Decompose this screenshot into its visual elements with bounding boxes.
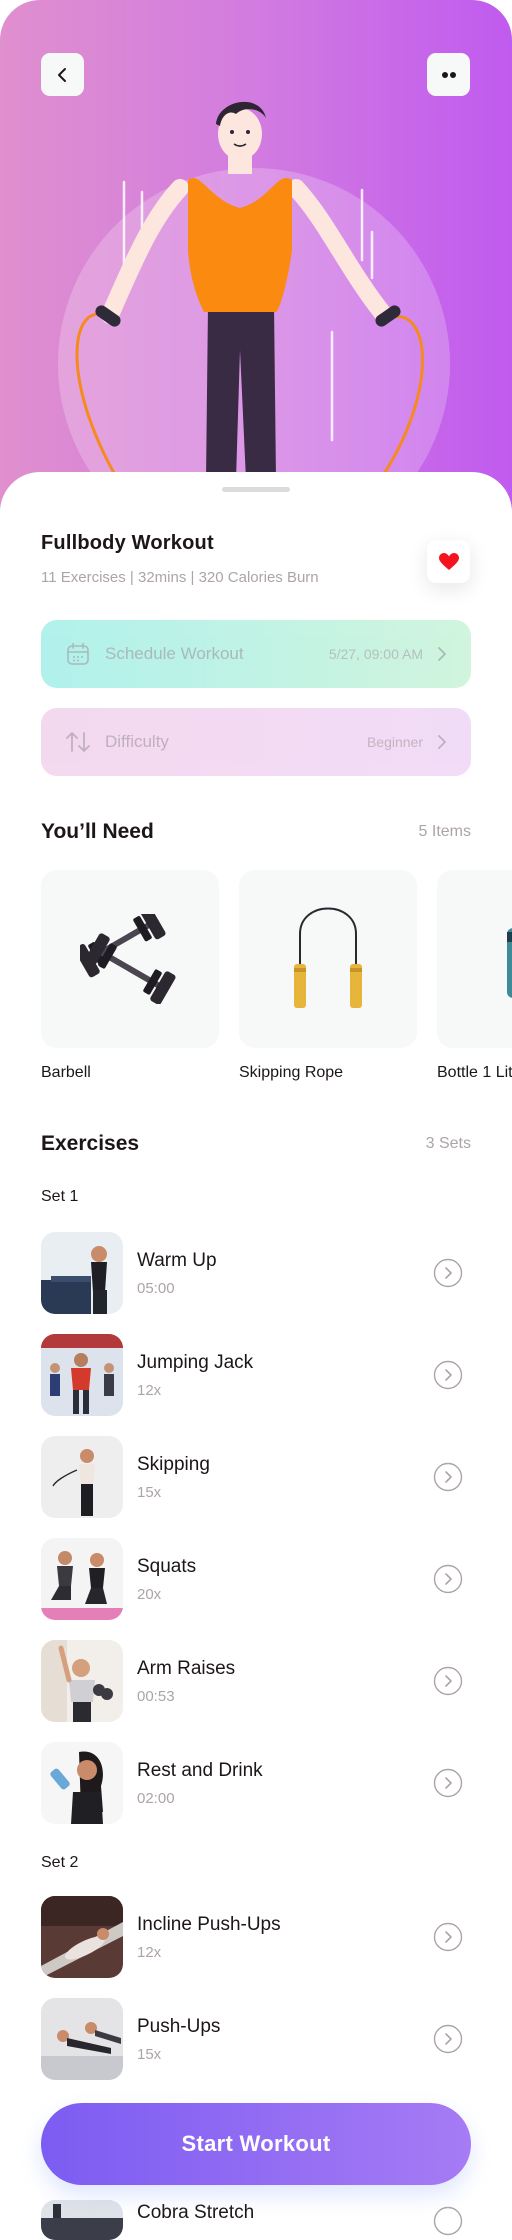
arrow-right-circle-icon[interactable] bbox=[433, 1462, 463, 1492]
exercise-row[interactable]: Cobra Stretch bbox=[41, 2200, 471, 2240]
equipment-card[interactable]: Bottle 1 Liters bbox=[437, 870, 512, 1082]
rope-jumper-illustration bbox=[75, 101, 424, 480]
schedule-workout-value: 5/27, 09:00 AM bbox=[328, 646, 423, 662]
favorite-button[interactable] bbox=[427, 540, 470, 583]
barbell-icon bbox=[80, 914, 176, 1004]
exercise-row[interactable]: Warm Up 05:00 bbox=[41, 1232, 471, 1314]
exercise-meta: 20x bbox=[137, 1585, 162, 1603]
arrow-right-circle-icon[interactable] bbox=[433, 1360, 463, 1390]
equipment-carousel[interactable]: Barbell Skipping Rope Bottle 1 Lit bbox=[41, 870, 512, 1100]
bottle-icon bbox=[507, 928, 512, 998]
workout-title: Fullbody Workout bbox=[41, 532, 214, 554]
heart-icon bbox=[438, 552, 459, 570]
exercise-name: Squats bbox=[137, 1555, 197, 1577]
equipment-name: Skipping Rope bbox=[239, 1064, 344, 1081]
arrow-right-circle-icon[interactable] bbox=[433, 1666, 463, 1696]
equipment-card[interactable]: Barbell bbox=[41, 870, 219, 1082]
exercise-thumbnail bbox=[41, 1538, 123, 1620]
exercise-row[interactable]: Jumping Jack 12x bbox=[41, 1334, 471, 1416]
difficulty-label: Difficulty bbox=[105, 732, 169, 751]
exercise-row[interactable]: Squats 20x bbox=[41, 1538, 471, 1620]
exercise-name: Warm Up bbox=[137, 1249, 217, 1271]
chevron-left-icon bbox=[57, 67, 66, 82]
exercise-meta: 15x bbox=[137, 2045, 162, 2063]
exercise-meta: 02:00 bbox=[137, 1789, 175, 1807]
exercise-name: Arm Raises bbox=[137, 1657, 236, 1679]
exercise-thumbnail bbox=[41, 1436, 123, 1518]
exercise-meta: 15x bbox=[137, 1483, 162, 1501]
skipping-rope-icon bbox=[294, 907, 362, 1008]
exercise-thumbnail bbox=[41, 2200, 123, 2240]
workout-details-sheet: Fullbody Workout 11 Exercises | 32mins |… bbox=[0, 472, 512, 2240]
arrow-right-circle-icon[interactable] bbox=[433, 1258, 463, 1288]
exercise-row[interactable]: Rest and Drink 02:00 bbox=[41, 1742, 471, 1824]
need-count: 5 Items bbox=[418, 823, 471, 840]
need-heading: You’ll Need bbox=[41, 820, 154, 843]
difficulty-value: Beginner bbox=[366, 734, 423, 750]
equipment-image bbox=[239, 870, 417, 1048]
exercise-name: Rest and Drink bbox=[137, 1759, 263, 1781]
sheet-grabber[interactable] bbox=[222, 487, 290, 492]
exercise-meta: 05:00 bbox=[137, 1279, 175, 1297]
equipment-card[interactable]: Skipping Rope bbox=[239, 870, 417, 1082]
exercise-thumbnail bbox=[41, 1896, 123, 1978]
calendar-icon bbox=[65, 641, 91, 667]
back-button[interactable] bbox=[41, 53, 84, 96]
chevron-right-icon bbox=[438, 735, 446, 749]
arrow-right-circle-icon[interactable] bbox=[433, 1922, 463, 1952]
exercise-name: Incline Push-Ups bbox=[137, 1913, 281, 1935]
exercise-row[interactable]: Push-Ups 15x bbox=[41, 1998, 471, 2080]
arrow-right-circle-icon[interactable] bbox=[433, 2206, 463, 2236]
exercise-row[interactable]: Skipping 15x bbox=[41, 1436, 471, 1518]
exercise-meta: 00:53 bbox=[137, 1687, 175, 1705]
arrow-right-circle-icon[interactable] bbox=[433, 1768, 463, 1798]
equipment-image bbox=[437, 870, 512, 1048]
exercise-thumbnail bbox=[41, 1998, 123, 2080]
exercise-thumbnail bbox=[41, 1232, 123, 1314]
exercise-thumbnail bbox=[41, 1334, 123, 1416]
workout-summary: 11 Exercises | 32mins | 320 Calories Bur… bbox=[41, 569, 319, 586]
exercise-name: Jumping Jack bbox=[137, 1351, 254, 1373]
more-dots-icon bbox=[441, 71, 456, 78]
exercise-name: Cobra Stretch bbox=[137, 2202, 255, 2223]
schedule-workout-label: Schedule Workout bbox=[105, 644, 244, 663]
set-label: Set 2 bbox=[41, 1854, 79, 1871]
exercises-set-count: 3 Sets bbox=[425, 1135, 471, 1152]
exercise-row[interactable]: Arm Raises 00:53 bbox=[41, 1640, 471, 1722]
schedule-workout-row[interactable]: Schedule Workout 5/27, 09:00 AM bbox=[41, 620, 471, 688]
start-workout-button[interactable]: Start Workout bbox=[41, 2103, 471, 2185]
exercise-name: Skipping bbox=[137, 1453, 210, 1475]
exercise-name: Push-Ups bbox=[137, 2015, 221, 2037]
exercise-meta: 12x bbox=[137, 1381, 162, 1399]
arrow-right-circle-icon[interactable] bbox=[433, 2024, 463, 2054]
set-label: Set 1 bbox=[41, 1188, 79, 1205]
exercise-thumbnail bbox=[41, 1640, 123, 1722]
exercises-heading: Exercises bbox=[41, 1132, 140, 1155]
swap-vertical-icon bbox=[65, 729, 91, 755]
equipment-name: Barbell bbox=[41, 1064, 91, 1081]
arrow-right-circle-icon[interactable] bbox=[433, 1564, 463, 1594]
exercise-row[interactable]: Incline Push-Ups 12x bbox=[41, 1896, 471, 1978]
equipment-name: Bottle 1 Liters bbox=[437, 1064, 512, 1081]
equipment-image bbox=[41, 870, 219, 1048]
chevron-right-icon bbox=[438, 647, 446, 661]
difficulty-row[interactable]: Difficulty Beginner bbox=[41, 708, 471, 776]
hero-banner bbox=[0, 0, 512, 520]
more-options-button[interactable] bbox=[427, 53, 470, 96]
exercise-thumbnail bbox=[41, 1742, 123, 1824]
exercise-meta: 12x bbox=[137, 1943, 162, 1961]
